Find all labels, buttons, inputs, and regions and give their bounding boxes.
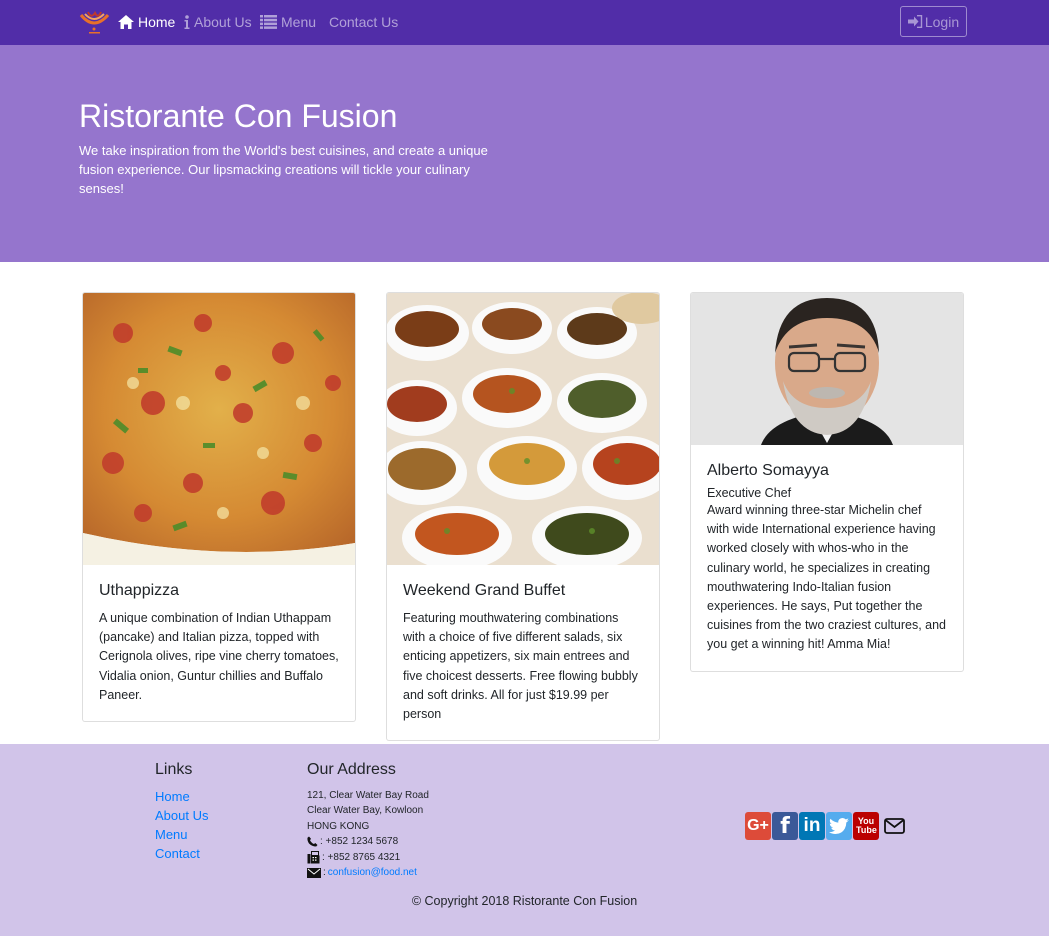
twitter-button[interactable]	[826, 812, 852, 840]
chef-name: Alberto Somayya	[707, 462, 829, 479]
nav-home-label: Home	[138, 14, 176, 30]
chef-card[interactable]: Alberto Somayya Executive Chef Award win…	[690, 292, 964, 672]
footer-link-menu[interactable]: Menu	[155, 827, 188, 842]
login-label: Login	[924, 13, 960, 30]
info-icon	[184, 15, 190, 29]
email-row: : confusion@food.net	[307, 865, 429, 880]
facebook-button[interactable]: f	[772, 812, 798, 840]
footer-address: Our Address 121, Clear Water Bay Road Cl…	[307, 760, 429, 880]
linkedin-button[interactable]: in	[799, 812, 825, 840]
envelope-icon	[307, 867, 321, 878]
footer-link-home[interactable]: Home	[155, 789, 190, 804]
phone-icon	[307, 836, 318, 847]
youtube-button[interactable]: You Tube	[853, 812, 879, 840]
copyright-text: © Copyright 2018 Ristorante Con Fusion	[411, 894, 638, 908]
chef-bio: Award winning three-star Michelin chef w…	[707, 503, 946, 652]
home-icon	[118, 15, 134, 29]
address-line: 121, Clear Water Bay Road	[307, 790, 429, 801]
fax-row: : +852 8765 4321	[307, 850, 429, 865]
chef-photo	[691, 293, 963, 445]
nav-menu-label: Menu	[281, 14, 317, 30]
facebook-icon: f	[780, 813, 790, 839]
nav-contact-label: Contact Us	[329, 14, 399, 30]
nav-home[interactable]: Home	[118, 13, 175, 31]
phone-number: : +852 1234 5678	[320, 836, 399, 848]
footer-link-contact[interactable]: Contact	[155, 846, 200, 861]
chef-role: Executive Chef	[707, 486, 792, 500]
login-button[interactable]: Login	[900, 6, 967, 37]
linkedin-icon: in	[803, 815, 821, 836]
navbar: Home About Us Menu Contact Us Login	[0, 0, 1049, 45]
footer: Links Home About Us Menu Contact Our Add…	[0, 744, 1049, 936]
sign-in-icon	[907, 15, 923, 28]
card-title: Uthappizza	[99, 582, 180, 599]
buffet-image	[387, 293, 659, 565]
address-line: HONG KONG	[307, 820, 370, 832]
links-heading: Links	[155, 761, 193, 778]
fax-icon	[307, 850, 320, 864]
envelope-icon	[883, 818, 905, 834]
email-button[interactable]	[880, 812, 908, 840]
dish-card[interactable]: Uthappizza A unique combination of India…	[82, 292, 356, 723]
social-links: G+ f in You Tube	[745, 812, 908, 840]
address-line: Clear Water Bay, Kowloon	[307, 805, 424, 817]
uthappizza-image	[83, 293, 355, 565]
twitter-icon	[829, 817, 849, 834]
restaurant-description: We take inspiration from the World's bes…	[79, 143, 488, 196]
footer-links: Links Home About Us Menu Contact	[155, 760, 208, 863]
nav-about[interactable]: About Us	[184, 13, 252, 31]
nav-menu[interactable]: Menu	[260, 13, 316, 31]
nav-contact[interactable]: Contact Us	[329, 13, 398, 31]
nav-about-label: About Us	[194, 14, 252, 30]
fax-number: : +852 8765 4321	[322, 851, 401, 863]
email-prefix: :	[323, 867, 326, 879]
card-text: Featuring mouthwatering combinations wit…	[403, 611, 638, 722]
card-text: A unique combination of Indian Uthappam …	[99, 611, 339, 702]
restaurant-logo[interactable]	[79, 9, 110, 35]
phone-row: : +852 1234 5678	[307, 834, 429, 849]
list-icon	[260, 15, 277, 29]
restaurant-title: Ristorante Con Fusion	[79, 98, 398, 134]
address-heading: Our Address	[307, 761, 396, 778]
google-plus-button[interactable]: G+	[745, 812, 771, 840]
footer-link-about[interactable]: About Us	[155, 808, 208, 823]
google-plus-icon: G+	[747, 817, 769, 834]
jumbotron: Ristorante Con Fusion We take inspiratio…	[0, 45, 1049, 262]
card-title: Weekend Grand Buffet	[403, 582, 566, 599]
dish-card[interactable]: Weekend Grand Buffet Featuring mouthwate…	[386, 292, 660, 742]
youtube-icon: You Tube	[856, 816, 877, 835]
email-link[interactable]: confusion@food.net	[328, 865, 417, 880]
